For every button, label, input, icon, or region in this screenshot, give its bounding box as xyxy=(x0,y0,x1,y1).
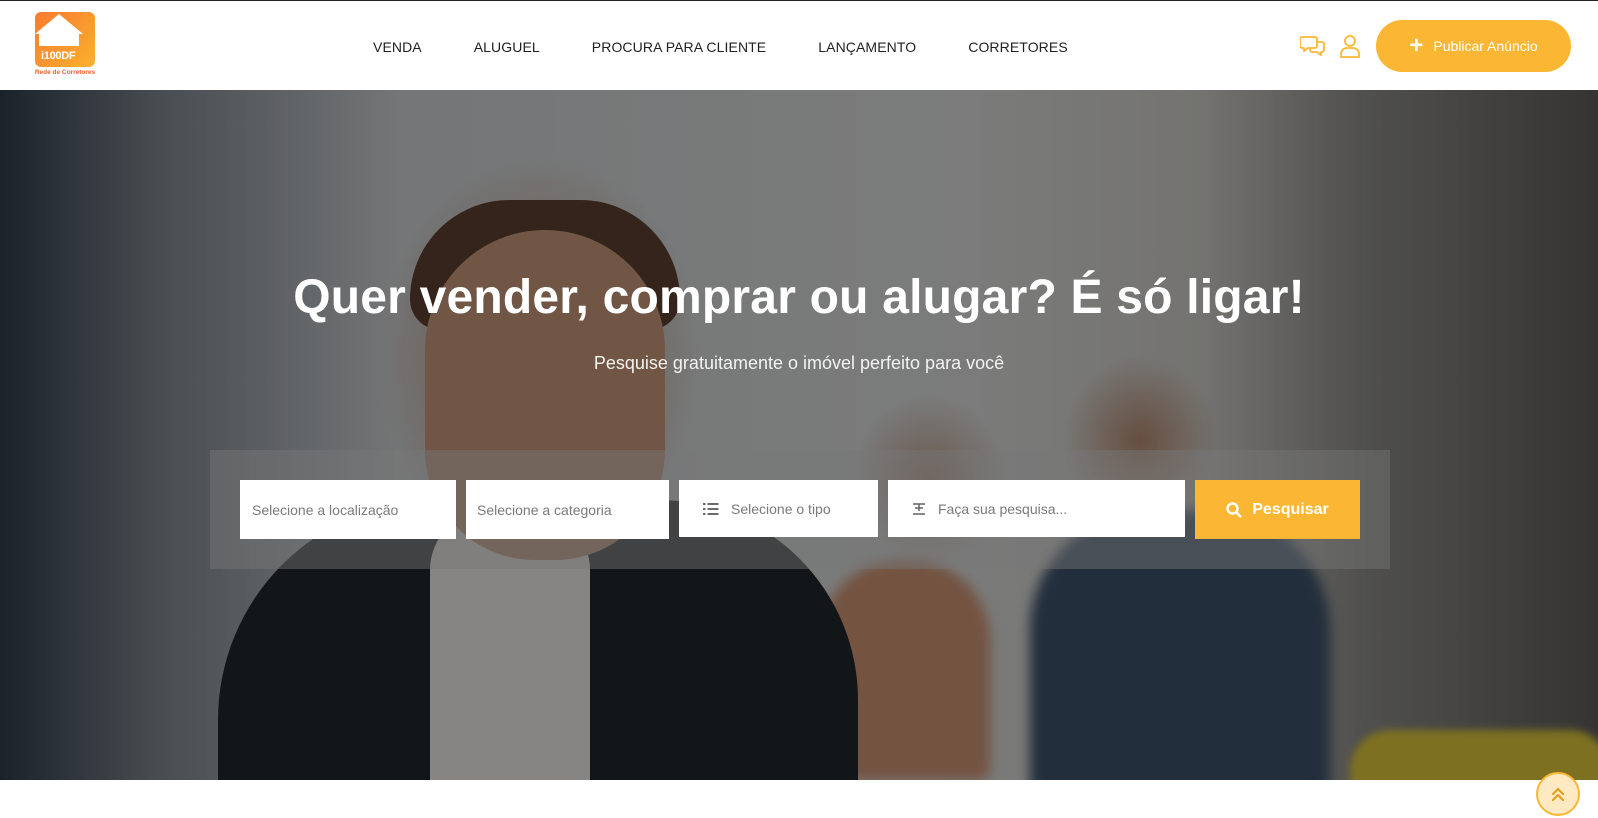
main-nav: VENDA ALUGUEL PROCURA PARA CLIENTE LANÇA… xyxy=(373,37,1120,57)
search-input[interactable]: Faça sua pesquisa... xyxy=(938,501,1067,517)
search-icon xyxy=(1226,501,1243,518)
chat-bubbles-icon[interactable] xyxy=(1300,33,1326,59)
logo-wordmark: i100DF xyxy=(41,50,76,62)
search-button-label: Pesquisar xyxy=(1252,500,1329,518)
logo-text-df: DF xyxy=(61,50,76,62)
text-filter-icon xyxy=(913,502,925,515)
location-select[interactable]: Selecione a localização xyxy=(240,480,456,539)
hero-banner: Quer vender, comprar ou alugar? É só lig… xyxy=(0,90,1598,780)
scroll-to-top-button[interactable] xyxy=(1536,772,1580,816)
type-select-placeholder: Selecione o tipo xyxy=(731,500,831,517)
publish-ad-label: Publicar Anúncio xyxy=(1433,38,1538,54)
logo-text-i100: i100 xyxy=(41,50,62,62)
plus-icon: + xyxy=(1409,32,1424,59)
brand-logo[interactable]: i100DF Rede de Corretores xyxy=(32,12,98,78)
nav-item-lancamento[interactable]: LANÇAMENTO xyxy=(818,37,916,57)
hero-title: Quer vender, comprar ou alugar? É só lig… xyxy=(293,271,1305,324)
hero-overlay xyxy=(0,90,1598,780)
nav-item-corretores[interactable]: CORRETORES xyxy=(968,37,1068,57)
publish-ad-button[interactable]: + Publicar Anúncio xyxy=(1376,20,1571,72)
user-icon[interactable] xyxy=(1337,33,1363,59)
category-select-placeholder: Selecione a categoria xyxy=(477,501,612,518)
category-select[interactable]: Selecione a categoria xyxy=(466,480,669,539)
site-header: i100DF Rede de Corretores VENDA ALUGUEL … xyxy=(0,0,1598,90)
nav-item-aluguel[interactable]: ALUGUEL xyxy=(474,37,540,57)
nav-item-venda[interactable]: VENDA xyxy=(373,37,422,57)
list-icon xyxy=(703,502,719,515)
hero-subtitle: Pesquise gratuitamente o imóvel perfeito… xyxy=(593,353,1005,373)
nav-item-procura[interactable]: PROCURA PARA CLIENTE xyxy=(592,37,766,57)
search-button[interactable]: Pesquisar xyxy=(1195,480,1360,539)
logo-subtitle: Rede de Corretores xyxy=(34,69,96,76)
search-panel: Selecione a localização Selecione a cate… xyxy=(210,450,1390,569)
location-select-placeholder: Selecione a localização xyxy=(252,501,399,518)
double-chevron-up-icon xyxy=(1551,787,1565,802)
type-select[interactable]: Selecione o tipo xyxy=(679,480,878,537)
search-field[interactable]: Faça sua pesquisa... xyxy=(888,480,1185,537)
